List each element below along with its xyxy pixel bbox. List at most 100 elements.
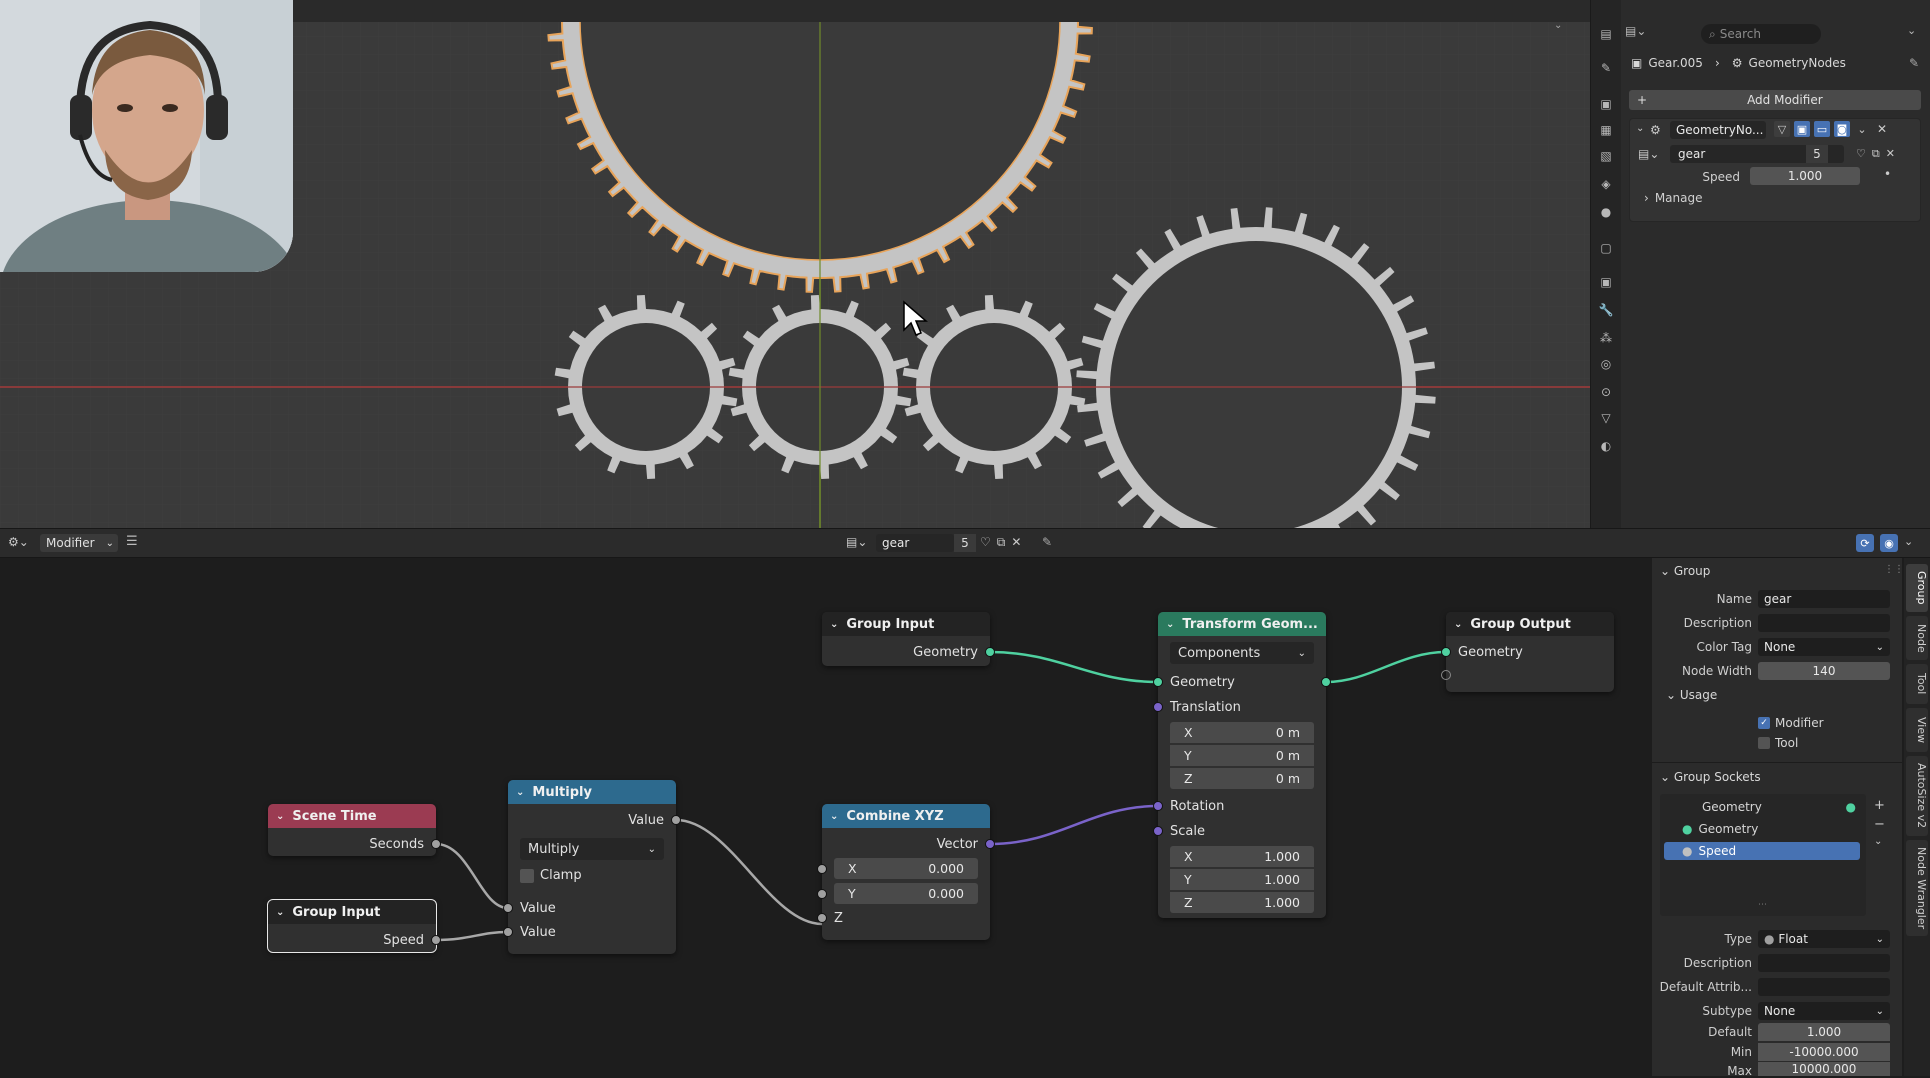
collapse-chevron-icon[interactable]: ⌄ xyxy=(276,907,284,918)
modifier-checkbox[interactable]: ✓ Modifier xyxy=(1758,716,1824,730)
value-output-socket[interactable] xyxy=(671,815,681,825)
pin-icon[interactable]: ✎ xyxy=(1042,535,1052,549)
socket-description-field[interactable] xyxy=(1758,954,1890,972)
scene-time-node[interactable]: ⌄ Scene Time Seconds xyxy=(268,804,441,856)
node-header[interactable]: ⌄ Multiply xyxy=(508,780,676,804)
min-field[interactable]: -10000.000 xyxy=(1758,1043,1890,1061)
tab-node[interactable]: Node xyxy=(1906,616,1928,660)
physics-icon[interactable]: ◎ xyxy=(1597,356,1615,372)
geometry-input-socket[interactable] xyxy=(1441,647,1451,657)
speed-field[interactable]: 1.000 xyxy=(1750,167,1860,185)
value-input-socket-2[interactable] xyxy=(503,927,513,937)
manage-subpanel[interactable]: › Manage xyxy=(1644,191,1702,205)
max-field[interactable]: 10000.000 xyxy=(1758,1062,1890,1076)
group-sockets-header[interactable]: ⌄ Group Sockets xyxy=(1660,770,1761,784)
unlink-icon[interactable]: ✕ xyxy=(1011,535,1021,550)
mode-select[interactable]: Components ⌄ xyxy=(1170,642,1314,664)
node-header[interactable]: ⌄ Combine XYZ xyxy=(822,804,990,828)
translation-x-field[interactable]: X0 m xyxy=(1170,722,1314,743)
socket-menu-icon[interactable]: ⌄ xyxy=(1874,836,1885,847)
node-editor-canvas[interactable]: ⌄ Group Input Geometry ⌄ Transform Geom.… xyxy=(0,558,1650,1076)
duplicate-icon[interactable]: ⧉ xyxy=(1872,147,1880,161)
collapse-chevron-icon[interactable]: ⌄ xyxy=(830,619,838,630)
node-header[interactable]: ⌄ Group Output xyxy=(1446,612,1614,636)
translation-input-socket[interactable] xyxy=(1153,702,1163,712)
y-field[interactable]: Y 0.000 xyxy=(834,883,978,904)
default-attribute-field[interactable] xyxy=(1758,978,1890,996)
dropdown-icon[interactable]: ⌄ xyxy=(1854,121,1870,137)
tab-tool[interactable]: Tool xyxy=(1906,664,1928,704)
node-header[interactable]: ⌄ Group Input xyxy=(822,612,990,636)
socket-input-geometry[interactable]: ● Geometry xyxy=(1682,822,1758,836)
particles-icon[interactable]: ⁂ xyxy=(1597,330,1615,346)
node-header[interactable]: ⌄ Group Input xyxy=(268,900,436,924)
render-icon[interactable]: ▣ xyxy=(1597,96,1615,112)
tab-group[interactable]: Group xyxy=(1906,564,1928,612)
node-header[interactable]: ⌄ Scene Time xyxy=(268,804,436,828)
group-output-node[interactable]: ⌄ Group Output Geometry xyxy=(1441,612,1614,692)
group-input-node[interactable]: ⌄ Group Input Geometry xyxy=(822,612,995,666)
group-section-header[interactable]: ⌄ Group xyxy=(1660,564,1710,578)
sockets-list[interactable]: Geometry ● ● Geometry ● Speed ⋯ xyxy=(1660,794,1866,916)
pin-icon[interactable]: ✎ xyxy=(1909,56,1919,70)
render-toggle-icon[interactable]: ◙ xyxy=(1834,121,1850,137)
value-input-socket-1[interactable] xyxy=(503,903,513,913)
world-icon[interactable]: ● xyxy=(1597,204,1615,220)
editor-mode-select[interactable]: Modifier ⌄ xyxy=(40,534,118,552)
checkbox-box[interactable] xyxy=(520,868,534,883)
y-input-socket[interactable] xyxy=(817,889,827,899)
geometry-output-socket[interactable] xyxy=(985,647,995,657)
translation-y-field[interactable]: Y0 m xyxy=(1170,745,1314,766)
modifier-icon[interactable]: 🔧 xyxy=(1597,302,1615,318)
collapse-chevron-icon[interactable]: ⌄ xyxy=(830,811,838,822)
chevron-down-icon[interactable]: ⌄ xyxy=(1904,535,1913,548)
geometry-output-socket[interactable] xyxy=(1321,677,1331,687)
constraints-icon[interactable]: ⊙ xyxy=(1597,384,1615,400)
search-input[interactable]: ⌕ Search xyxy=(1701,24,1821,44)
x-field[interactable]: X 0.000 xyxy=(834,858,978,879)
duplicate-icon[interactable]: ⧉ xyxy=(997,535,1006,550)
tool-checkbox[interactable]: Tool xyxy=(1758,736,1798,750)
resize-handle-icon[interactable]: ⋯ xyxy=(1758,900,1767,910)
scale-y-field[interactable]: Y 1.000 xyxy=(1170,869,1314,890)
snap-toggle-icon[interactable]: ◉ xyxy=(1880,534,1898,552)
collapse-chevron-icon[interactable]: ⌄ xyxy=(516,787,524,798)
close-icon[interactable]: ✕ xyxy=(1874,121,1890,137)
add-socket-icon[interactable]: + xyxy=(1874,798,1885,813)
fake-user-icon[interactable]: ♡ xyxy=(1856,147,1866,161)
collapse-chevron-icon[interactable]: ⌄ xyxy=(1166,619,1174,630)
add-modifier-button[interactable]: + Add Modifier xyxy=(1629,90,1921,110)
editor-type-icon[interactable]: ⚙⌄ xyxy=(8,535,29,549)
scale-z-field[interactable]: Z 1.000 xyxy=(1170,892,1314,913)
modifier-name-field[interactable]: GeometryNo... xyxy=(1670,121,1766,139)
collapse-chevron-icon[interactable]: ⌄ xyxy=(1636,123,1644,134)
node-tree-icon[interactable]: ▤⌄ xyxy=(846,535,867,549)
empty-input-socket[interactable] xyxy=(1441,670,1451,680)
menu-icon[interactable]: ☰ xyxy=(126,534,138,549)
output-icon[interactable]: ▦ xyxy=(1597,122,1615,138)
unlink-icon[interactable]: ✕ xyxy=(1886,147,1895,161)
socket-output-geometry[interactable]: Geometry ● xyxy=(1670,800,1856,814)
data-icon[interactable]: ▽ xyxy=(1597,410,1615,426)
chevron-down-icon[interactable]: ⌄ xyxy=(1554,20,1562,31)
tool-icon[interactable]: ✎ xyxy=(1597,60,1615,76)
name-field[interactable]: gear xyxy=(1758,590,1890,608)
rotation-input-socket[interactable] xyxy=(1153,801,1163,811)
fake-user-icon[interactable]: ♡ xyxy=(980,535,991,550)
node-width-field[interactable]: 140 xyxy=(1758,662,1890,680)
geometry-input-socket[interactable] xyxy=(1153,677,1163,687)
clamp-checkbox[interactable]: Clamp xyxy=(520,868,582,883)
node-tree-icon[interactable]: ▤⌄ xyxy=(1638,147,1659,161)
scale-x-field[interactable]: X 1.000 xyxy=(1170,846,1314,867)
edit-cage-icon[interactable]: ▣ xyxy=(1794,121,1810,137)
usage-section-header[interactable]: ⌄ Usage xyxy=(1666,688,1717,702)
tab-autosize[interactable]: AutoSize v2 xyxy=(1906,756,1928,836)
collection-icon[interactable]: ▢ xyxy=(1597,240,1615,256)
view-layer-icon[interactable]: ▧ xyxy=(1597,148,1615,164)
node-header[interactable]: ⌄ Transform Geom... xyxy=(1158,612,1326,636)
edit-mode-icon[interactable]: ▽ xyxy=(1774,121,1790,137)
socket-input-speed[interactable]: ● Speed xyxy=(1664,842,1860,860)
x-input-socket[interactable] xyxy=(817,864,827,874)
editor-type-icon[interactable]: ▤ xyxy=(1597,26,1615,42)
remove-socket-icon[interactable]: − xyxy=(1874,817,1885,832)
